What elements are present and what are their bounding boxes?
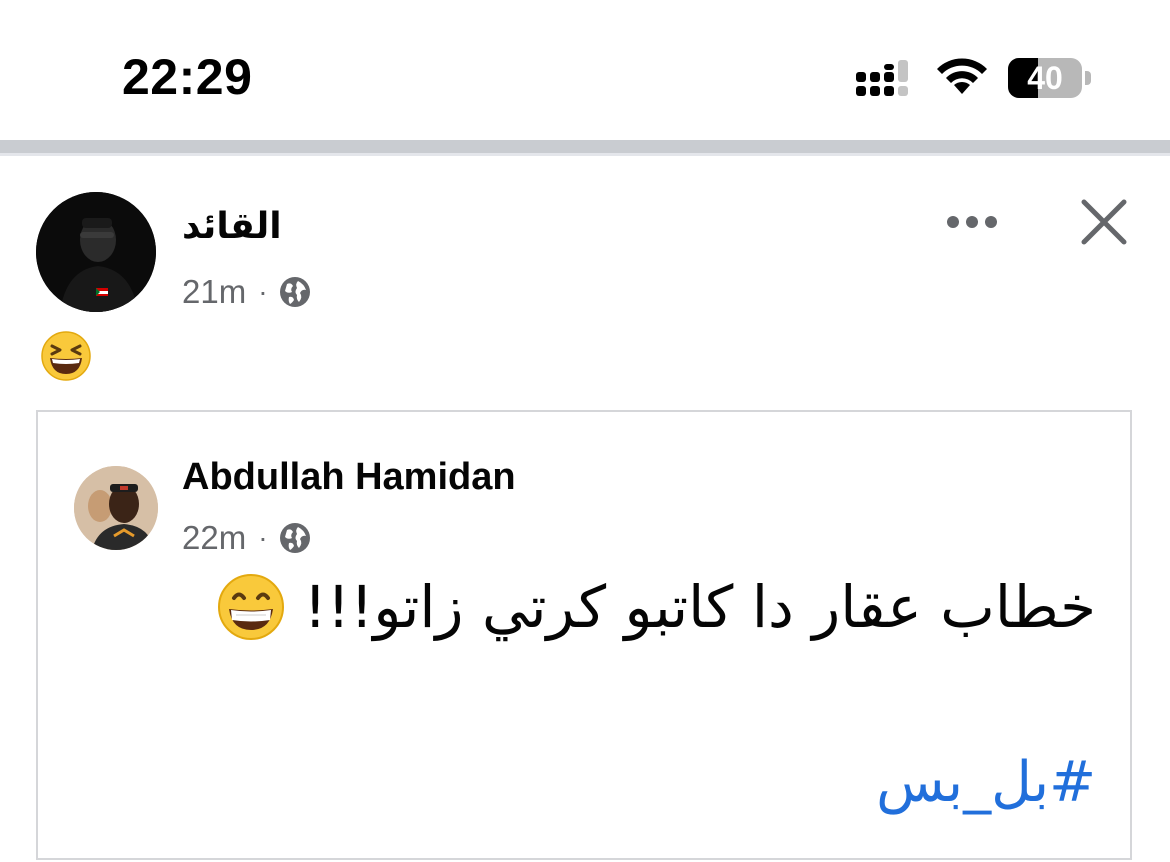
meta-separator: · [258,522,268,553]
post-timestamp[interactable]: 21m [182,273,246,311]
battery-indicator: 40 [1008,58,1092,98]
author-avatar[interactable] [36,192,156,312]
meta-separator: · [258,276,268,307]
battery-level: 40 [1027,60,1063,96]
shared-post-timestamp[interactable]: 22m [182,519,246,557]
close-icon[interactable] [1078,196,1130,248]
hashtag-link[interactable]: #بل_بس [876,750,1096,815]
author-avatar-image [36,192,156,312]
shared-author-avatar[interactable] [74,466,158,550]
post-author-name[interactable]: القائد [182,206,282,247]
section-separator [0,140,1170,156]
shared-author-avatar-image [74,466,158,550]
shared-post-text: خطاب عقار دا كاتبو كرتي زاتو!!! [303,573,1096,641]
wifi-icon [937,58,987,94]
laughing-face-emoji [41,331,91,381]
status-bar: 22:29 40 [0,0,1170,140]
globe-icon [279,523,310,553]
more-options-icon[interactable] [944,206,1000,238]
grinning-face-emoji [217,574,284,640]
post-meta: 21m · [182,270,312,314]
shared-post-card[interactable]: Abdullah Hamidan 22m · خطاب عقار دا كاتب… [36,410,1132,860]
cellular-signal-icon [856,60,908,96]
shared-author-name[interactable]: Abdullah Hamidan [182,456,516,499]
shared-post-meta: 22m · [182,516,312,560]
globe-icon [279,277,310,307]
shared-post-text-row: خطاب عقار دا كاتبو كرتي زاتو!!! [196,572,1096,642]
status-time: 22:29 [122,49,253,105]
